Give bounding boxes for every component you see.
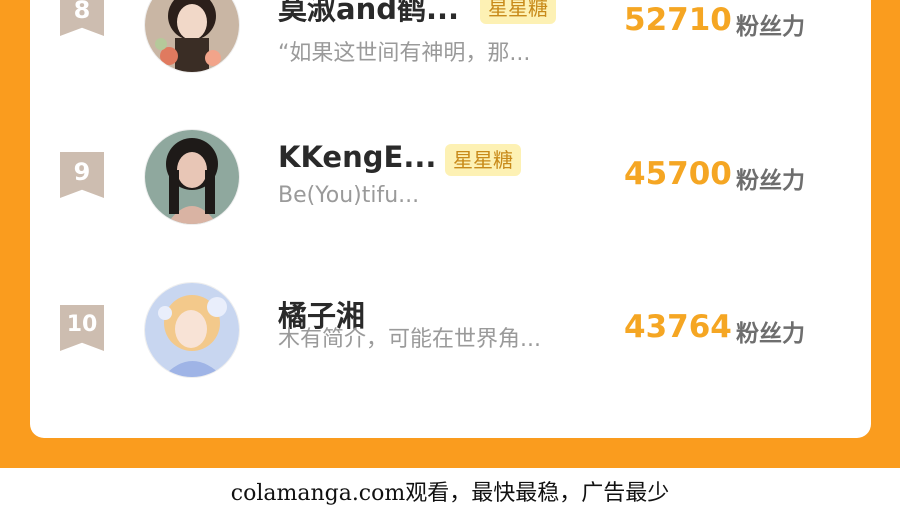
user-description: “如果这世间有神明，那... <box>278 41 531 66</box>
fans-unit-label: 粉丝力 <box>736 14 805 40</box>
rank-badge: 9 <box>60 152 104 198</box>
fans-unit-label: 粉丝力 <box>736 168 805 194</box>
ranking-frame: 8 莫淑and鹤... 星星糖 “如果这世间有神明，那... 52710 粉丝力 <box>0 0 900 468</box>
avatar-image <box>145 283 239 377</box>
fans-count: 52710 <box>624 2 732 38</box>
rank-badge: 8 <box>60 0 104 36</box>
user-description: Be(You)tifu... <box>278 183 420 208</box>
avatar[interactable] <box>145 283 239 377</box>
avatar-image <box>145 0 239 72</box>
avatar[interactable] <box>145 130 239 224</box>
fans-count: 45700 <box>624 156 732 192</box>
ranking-row-10[interactable]: 10 橘子湘 木有简介，可能在世界角... 43764 粉丝力 <box>30 283 871 383</box>
ranking-card: 8 莫淑and鹤... 星星糖 “如果这世间有神明，那... 52710 粉丝力 <box>30 0 871 438</box>
user-name[interactable]: 莫淑and鹤... <box>278 0 459 28</box>
fans-unit-label: 粉丝力 <box>736 321 805 347</box>
ranking-row-8[interactable]: 8 莫淑and鹤... 星星糖 “如果这世间有神明，那... 52710 粉丝力 <box>30 0 871 80</box>
site-footer-banner: colamanga.com观看，最快最稳，广告最少 <box>230 481 670 506</box>
ranking-row-9[interactable]: 9 KKengE... 星星糖 Be(You)tifu... 45700 粉丝力 <box>30 130 871 230</box>
level-badge: 星星糖 <box>480 0 556 24</box>
avatar[interactable] <box>145 0 239 72</box>
avatar-image <box>145 130 239 224</box>
user-description: 木有简介，可能在世界角... <box>278 327 541 352</box>
fans-count: 43764 <box>624 309 732 345</box>
level-badge: 星星糖 <box>445 144 521 176</box>
rank-badge: 10 <box>60 305 104 351</box>
user-name[interactable]: KKengE... <box>278 140 436 174</box>
